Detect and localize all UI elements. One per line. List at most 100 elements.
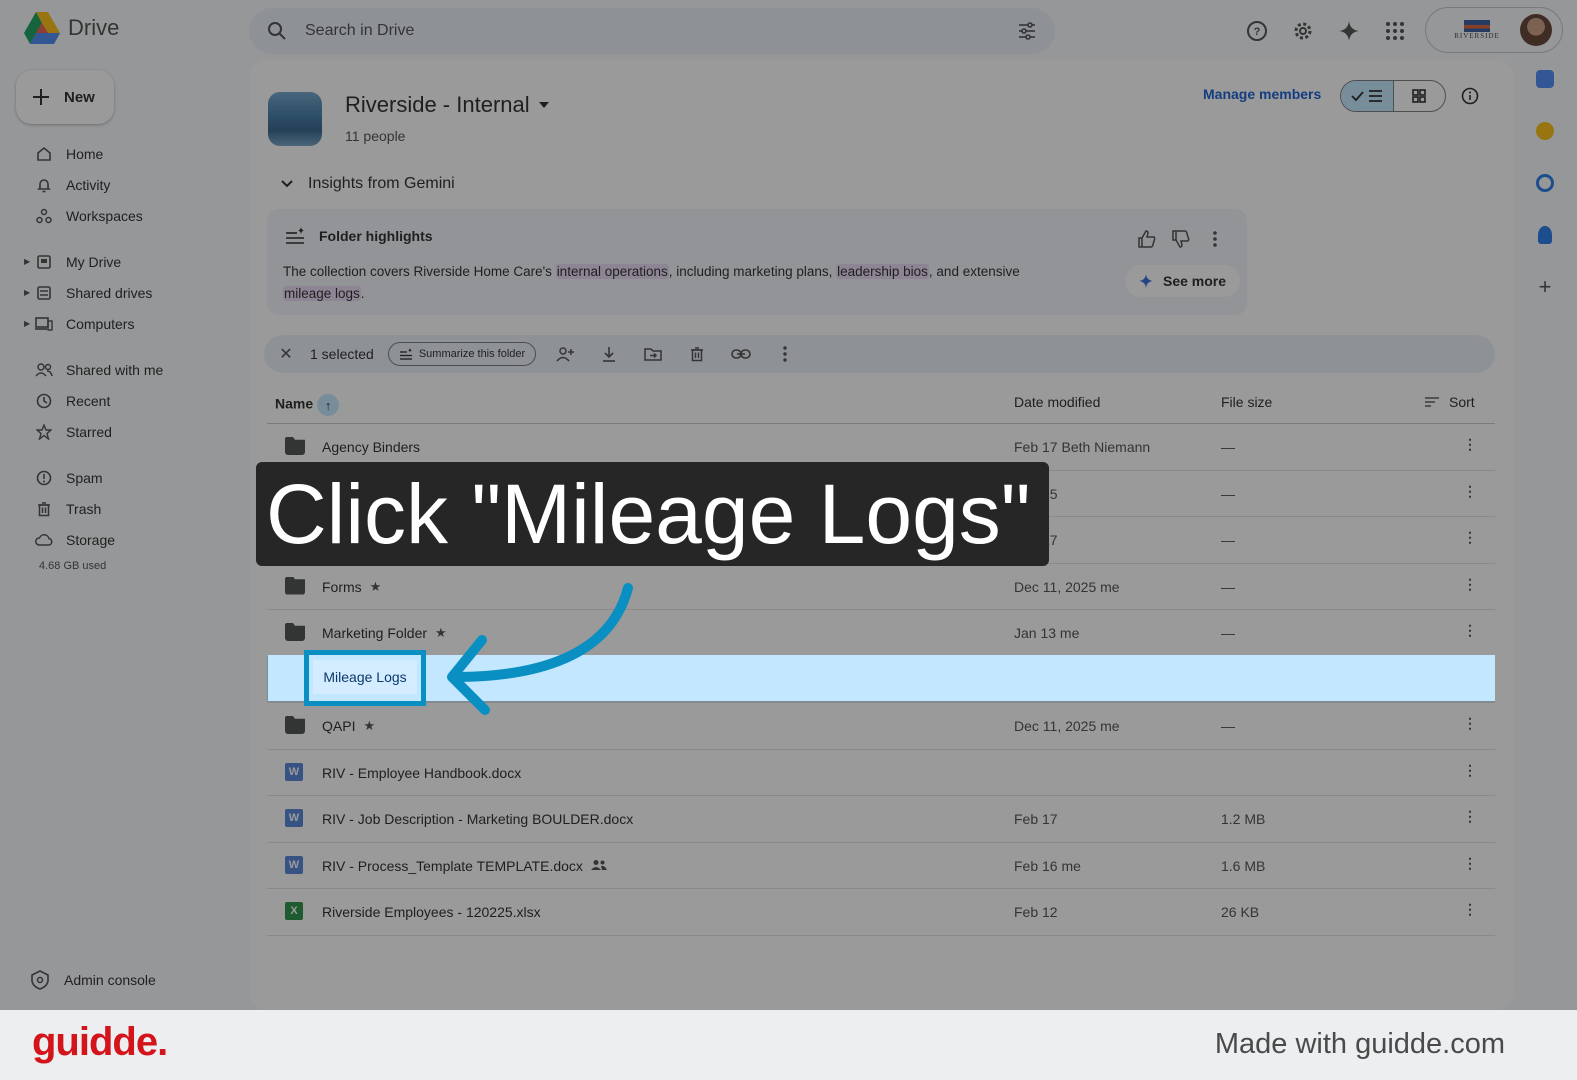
- more-vert-icon[interactable]: ⋮: [1460, 901, 1480, 918]
- star-icon: [34, 422, 54, 442]
- info-icon[interactable]: [1458, 84, 1482, 108]
- file-name[interactable]: Forms ★: [322, 579, 381, 595]
- highlight-link[interactable]: mileage logs: [283, 286, 361, 301]
- more-vert-icon[interactable]: ⋮: [1460, 436, 1480, 453]
- new-button[interactable]: New: [16, 70, 114, 124]
- thumbs-up-icon[interactable]: [1137, 229, 1157, 249]
- search-input[interactable]: [305, 22, 1017, 40]
- trash-icon: [34, 499, 54, 519]
- expand-caret-icon[interactable]: ▶: [24, 257, 30, 266]
- file-name[interactable]: Agency Binders: [322, 439, 420, 455]
- sidebar-item-my-drive[interactable]: ▶ My Drive: [24, 246, 244, 277]
- sidebar-item-storage[interactable]: Storage: [24, 524, 244, 555]
- admin-console-link[interactable]: Admin console: [30, 970, 156, 990]
- sort-ascending-arrow-icon[interactable]: ↑: [317, 394, 340, 416]
- header-actions: ?: [1240, 14, 1412, 48]
- column-header-date[interactable]: Date modified: [1014, 394, 1100, 410]
- org-name: RIVERSIDE: [1454, 32, 1500, 40]
- search-options-icon[interactable]: [1017, 22, 1037, 40]
- more-vert-icon[interactable]: [1205, 229, 1225, 249]
- clear-selection-close-icon[interactable]: ✕: [276, 344, 296, 364]
- download-icon[interactable]: [594, 346, 624, 362]
- see-more-button[interactable]: See more: [1125, 265, 1241, 297]
- highlight-link[interactable]: internal operations: [555, 264, 669, 279]
- contacts-icon[interactable]: [1538, 226, 1552, 244]
- sidebar-item-activity[interactable]: Activity: [24, 169, 244, 200]
- sidebar-item-workspaces[interactable]: Workspaces: [24, 200, 244, 231]
- file-size: —: [1221, 532, 1235, 548]
- calendar-icon[interactable]: [1536, 70, 1554, 88]
- apps-grid-icon[interactable]: [1378, 14, 1412, 48]
- sort-label: Sort: [1449, 394, 1475, 410]
- share-add-person-icon[interactable]: [550, 346, 580, 362]
- file-name[interactable]: QAPI ★: [322, 718, 375, 734]
- sidebar-item-starred[interactable]: Starred: [24, 416, 244, 447]
- more-vert-icon[interactable]: ⋮: [1460, 483, 1480, 500]
- file-size: —: [1221, 718, 1235, 734]
- shared-people-icon: [590, 858, 607, 874]
- add-addon-plus-icon[interactable]: +: [1536, 276, 1554, 298]
- sidebar-item-shared-drives[interactable]: ▶ Shared drives: [24, 277, 244, 308]
- more-vert-icon[interactable]: ⋮: [1460, 529, 1480, 546]
- sidebar-item-trash[interactable]: Trash: [24, 493, 244, 524]
- table-row[interactable]: X Riverside Employees - 120225.xlsx Feb 12…: [267, 889, 1495, 936]
- table-row[interactable]: W RIV - Employee Handbook.docx ⋮: [267, 750, 1495, 796]
- more-vert-icon[interactable]: ⋮: [1460, 855, 1480, 872]
- table-row[interactable]: W RIV - Process_Template TEMPLATE.docx Feb…: [267, 843, 1495, 889]
- gemini-sparkle-icon: [1139, 274, 1153, 288]
- drive-logo[interactable]: Drive: [24, 12, 119, 44]
- highlight-link[interactable]: leadership bios: [836, 264, 929, 279]
- more-vert-icon[interactable]: ⋮: [1460, 715, 1480, 732]
- keep-icon[interactable]: [1536, 122, 1554, 140]
- sidebar-item-home[interactable]: Home: [24, 138, 244, 169]
- app-name: Drive: [68, 15, 120, 40]
- more-vert-icon[interactable]: ⋮: [1460, 808, 1480, 825]
- account-switcher[interactable]: RIVERSIDE: [1425, 7, 1563, 53]
- more-vert-icon[interactable]: ⋮: [1460, 762, 1480, 779]
- avatar[interactable]: [1520, 14, 1552, 46]
- page-title[interactable]: Riverside - Internal: [345, 92, 550, 118]
- target-folder-name[interactable]: Mileage Logs: [313, 660, 417, 694]
- column-header-size[interactable]: File size: [1221, 394, 1272, 410]
- sidebar-item-computers[interactable]: ▶ Computers: [24, 308, 244, 339]
- trash-icon[interactable]: [682, 346, 712, 362]
- sidebar-item-spam[interactable]: Spam: [24, 462, 244, 493]
- more-vert-icon[interactable]: ⋮: [1460, 622, 1480, 639]
- gemini-insights-toggle[interactable]: Insights from Gemini: [280, 175, 455, 193]
- more-vert-icon[interactable]: [770, 346, 800, 362]
- copy-link-icon[interactable]: [726, 348, 756, 360]
- settings-gear-icon[interactable]: [1286, 14, 1320, 48]
- help-icon[interactable]: ?: [1240, 14, 1274, 48]
- move-to-folder-icon[interactable]: [638, 346, 668, 362]
- grid-view-button[interactable]: [1394, 81, 1446, 111]
- gemini-sparkle-icon[interactable]: [1332, 14, 1366, 48]
- expand-caret-icon[interactable]: ▶: [24, 319, 30, 328]
- word-doc-icon: W: [285, 855, 303, 874]
- file-name[interactable]: RIV - Job Description - Marketing BOULDE…: [322, 811, 633, 827]
- search-bar[interactable]: [249, 8, 1055, 54]
- expand-caret-icon[interactable]: ▶: [24, 288, 30, 297]
- date-modified: Feb 12: [1014, 904, 1058, 920]
- sidebar-item-recent[interactable]: Recent: [24, 385, 244, 416]
- manage-members-link[interactable]: Manage members: [1203, 86, 1321, 102]
- column-header-name[interactable]: Name ↑: [275, 394, 340, 416]
- tasks-icon[interactable]: [1536, 174, 1554, 192]
- thumbs-down-icon[interactable]: [1171, 229, 1191, 249]
- table-row[interactable]: W RIV - Job Description - Marketing BOULD…: [267, 796, 1495, 843]
- date-modified: Jan 13 me: [1014, 625, 1080, 641]
- bell-icon: [34, 175, 54, 195]
- see-more-label: See more: [1163, 273, 1227, 289]
- sidebar-item-label: Recent: [66, 392, 111, 409]
- more-vert-icon[interactable]: ⋮: [1460, 576, 1480, 593]
- search-icon[interactable]: [267, 21, 287, 41]
- list-view-button[interactable]: [1341, 81, 1394, 111]
- sidebar-item-shared-with-me[interactable]: Shared with me: [24, 354, 244, 385]
- file-name[interactable]: Marketing Folder ★: [322, 625, 447, 641]
- sort-button[interactable]: Sort: [1425, 394, 1475, 410]
- file-name[interactable]: RIV - Process_Template TEMPLATE.docx: [322, 858, 607, 874]
- workspaces-icon: [34, 206, 54, 226]
- summarize-folder-button[interactable]: Summarize this folder: [387, 342, 537, 366]
- file-name[interactable]: RIV - Employee Handbook.docx: [322, 765, 521, 781]
- folder-icon: [285, 623, 305, 641]
- file-name[interactable]: Riverside Employees - 120225.xlsx: [322, 904, 541, 920]
